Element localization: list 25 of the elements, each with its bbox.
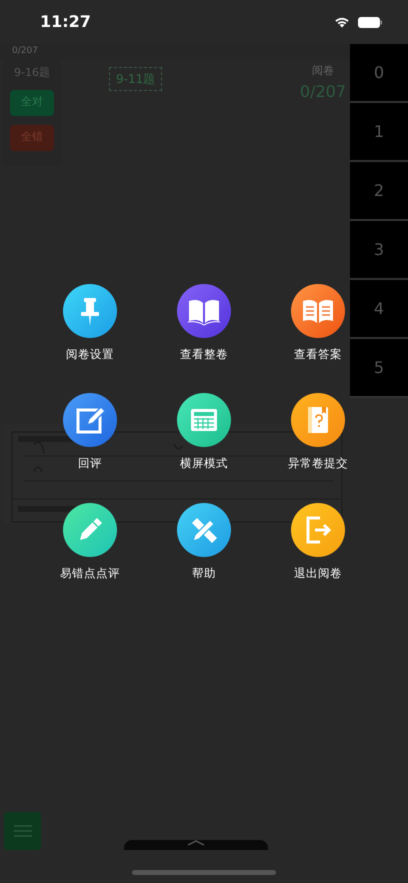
open-book-icon [177, 284, 231, 338]
keypad-icon [177, 393, 231, 448]
pencil-ruler-icon [177, 502, 231, 556]
menu-button[interactable] [4, 812, 41, 850]
chevron-up-icon [187, 840, 205, 846]
book-icon [291, 284, 345, 338]
menu-item[interactable]: 阅卷设置 [33, 284, 147, 364]
progress-count: 0/207 [12, 46, 38, 56]
menu-item[interactable]: 帮助 [147, 502, 261, 582]
pencil-icon [63, 502, 117, 556]
menu-item[interactable]: 横屏模式 [147, 393, 261, 472]
battery-icon [358, 16, 382, 28]
wifi-icon [334, 16, 350, 28]
menu-item[interactable]: 查看整卷 [147, 284, 261, 364]
exit-icon [291, 502, 345, 556]
notebook-icon [291, 393, 345, 448]
edit-icon [63, 393, 117, 448]
pull-up-tab[interactable] [124, 840, 268, 850]
status-time: 11:27 [40, 11, 91, 33]
menu-icon [14, 825, 32, 837]
menu-item[interactable]: 退出阅卷 [261, 502, 375, 582]
menu-item[interactable]: 易错点点评 [33, 502, 147, 582]
pushpin-icon [63, 284, 117, 338]
review-label: 阅卷 [312, 63, 334, 79]
menu-item[interactable]: 回评 [33, 393, 147, 472]
